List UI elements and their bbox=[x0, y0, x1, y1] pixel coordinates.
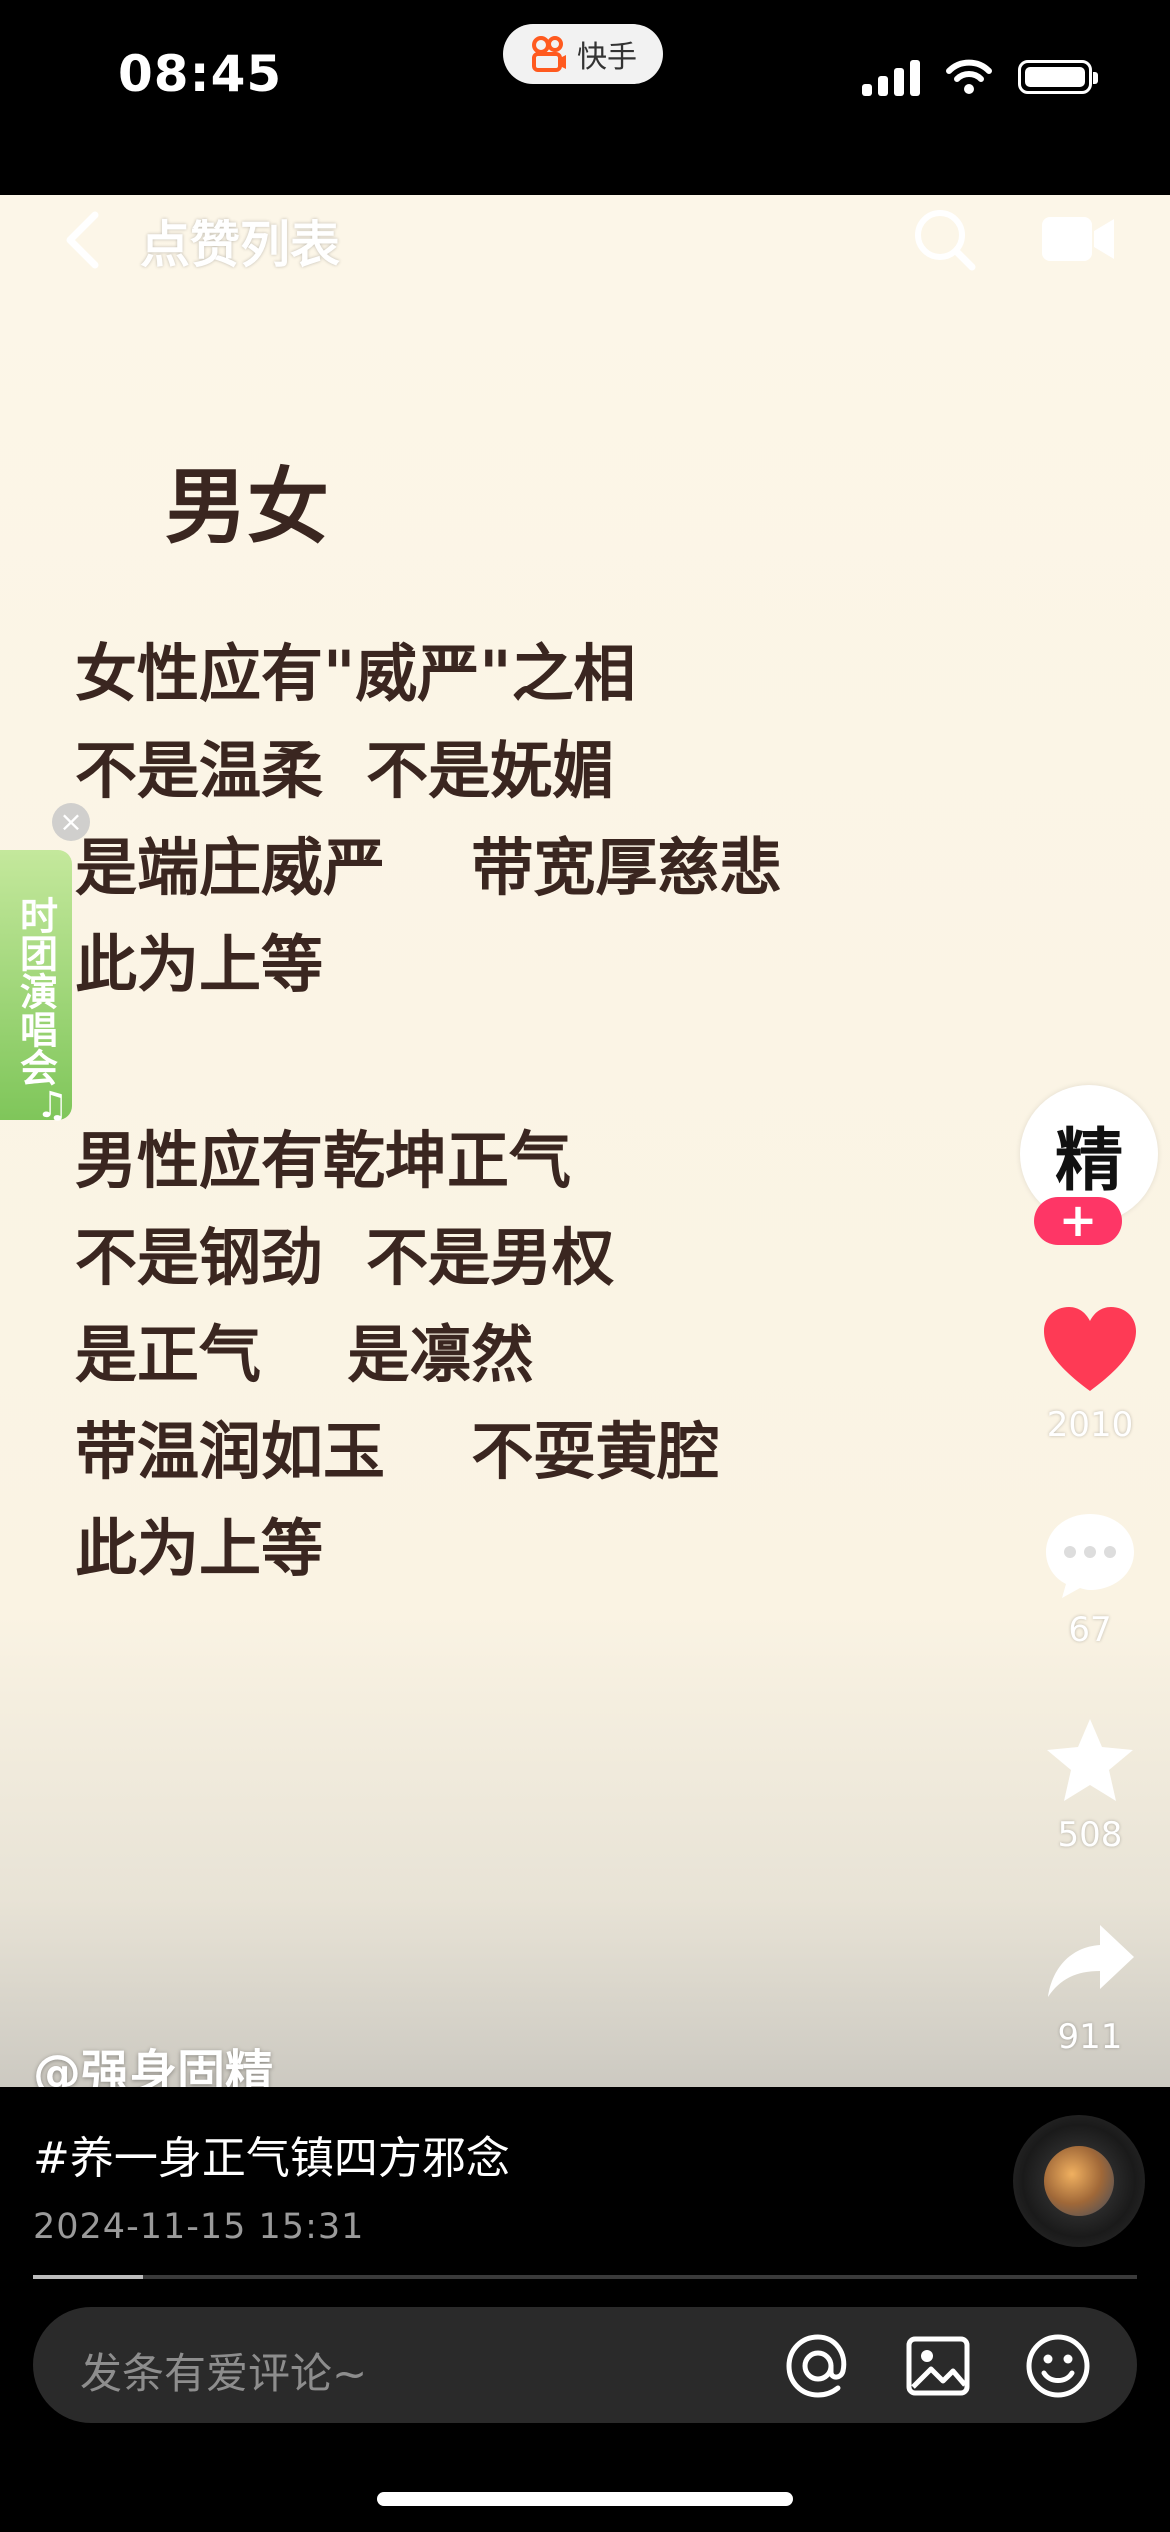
music-disc-button[interactable] bbox=[1013, 2115, 1145, 2247]
bottom-panel: #养一身正气镇四方邪念 2024-11-15 15:31 发条有爱评论~ bbox=[0, 2087, 1170, 2532]
progress-fill bbox=[33, 2275, 144, 2279]
status-time: 08:45 bbox=[118, 45, 283, 103]
heart-icon bbox=[1044, 1307, 1136, 1391]
video-progress-bar[interactable] bbox=[33, 2275, 1137, 2279]
music-note-icon: ♫ bbox=[36, 1085, 69, 1126]
kuaishou-logo-icon bbox=[532, 36, 566, 72]
chevron-left-icon[interactable] bbox=[55, 205, 115, 275]
status-bar: 08:45 快手 bbox=[0, 0, 1170, 195]
search-icon[interactable] bbox=[910, 205, 980, 275]
favorite-count: 508 bbox=[1057, 1815, 1123, 1855]
author-handle[interactable]: @强身固精 bbox=[33, 2033, 273, 2087]
follow-button[interactable]: + bbox=[1034, 1197, 1122, 1245]
like-count: 2010 bbox=[1046, 1405, 1134, 1445]
post-date: 2024-11-15 15:31 bbox=[33, 2207, 365, 2247]
home-indicator[interactable] bbox=[377, 2492, 793, 2506]
battery-icon bbox=[1018, 60, 1098, 94]
like-button[interactable]: 2010 bbox=[1020, 1305, 1160, 1445]
status-icons bbox=[862, 58, 1098, 96]
signal-icon bbox=[862, 58, 920, 96]
at-mention-icon[interactable] bbox=[783, 2331, 853, 2401]
post-content[interactable]: 点赞列表 男女 女性应有"威严"之相 不是温柔 不是妩媚 是端庄威严 带宽厚慈悲… bbox=[0, 195, 1170, 2087]
post-heading: 男女 bbox=[165, 460, 330, 555]
share-count: 911 bbox=[1057, 2017, 1123, 2057]
comment-input-bar[interactable]: 发条有爱评论~ bbox=[33, 2307, 1137, 2423]
app-indicator-pill[interactable]: 快手 bbox=[503, 24, 663, 84]
share-button[interactable]: 911 bbox=[1020, 1917, 1160, 2057]
comment-bubble-icon bbox=[1046, 1514, 1134, 1598]
star-icon bbox=[1047, 1719, 1133, 1801]
image-icon[interactable] bbox=[903, 2331, 973, 2401]
emoji-icon[interactable] bbox=[1023, 2331, 1093, 2401]
poem-stanza-women: 女性应有"威严"之相 不是温柔 不是妩媚 是端庄威严 带宽厚慈悲 此为上等 bbox=[75, 637, 782, 1001]
banner-close-icon[interactable]: × bbox=[52, 803, 90, 841]
page-title: 点赞列表 bbox=[140, 216, 340, 274]
comment-placeholder: 发条有爱评论~ bbox=[80, 2349, 368, 2398]
poem-stanza-men: 男性应有乾坤正气 不是钢劲 不是男权 是正气 是凛然 带温润如玉 不耍黄腔 此为… bbox=[75, 1124, 720, 1585]
post-caption[interactable]: #养一身正气镇四方邪念 bbox=[33, 2122, 510, 2186]
favorite-button[interactable]: 508 bbox=[1020, 1715, 1160, 1855]
wifi-icon bbox=[946, 59, 992, 94]
comment-count: 67 bbox=[1068, 1610, 1112, 1650]
app-name: 快手 bbox=[577, 40, 637, 75]
comment-button[interactable]: 67 bbox=[1020, 1510, 1160, 1650]
share-arrow-icon bbox=[1048, 1925, 1134, 1997]
side-promo-banner[interactable]: 时团演唱会 bbox=[0, 850, 72, 1120]
music-cover-image bbox=[1044, 2146, 1114, 2216]
action-rail: 精 + 2010 67 508 911 bbox=[990, 195, 1170, 2087]
